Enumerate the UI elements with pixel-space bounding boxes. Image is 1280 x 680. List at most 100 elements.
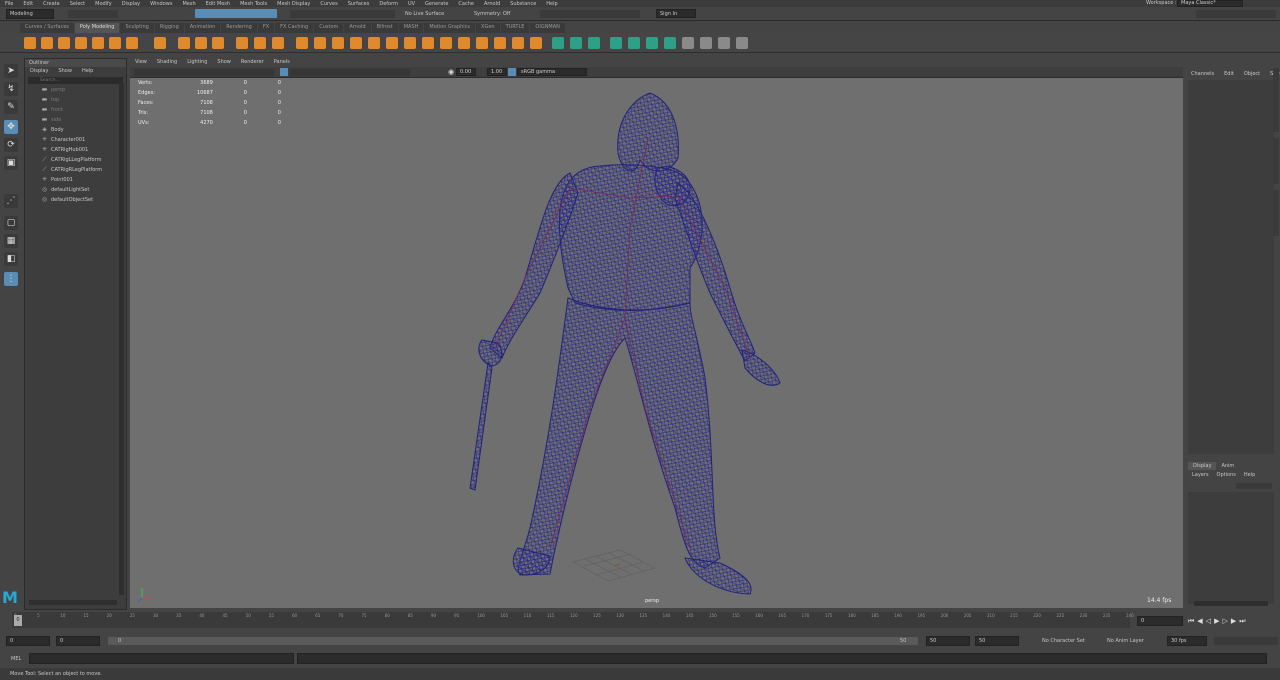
outliner-item[interactable]: ◈ Body: [25, 125, 126, 135]
anim-start-field[interactable]: 0: [6, 636, 50, 646]
current-frame-field[interactable]: 0: [1137, 616, 1183, 626]
cb-tab-edit[interactable]: Edit: [1219, 70, 1239, 78]
viewport-menu-show[interactable]: Show: [212, 58, 236, 67]
shelf-tab-rendering[interactable]: Rendering: [221, 23, 257, 33]
outliner-item[interactable]: ⟋ CATRigLLegPlatform: [25, 155, 126, 165]
shelf-tab-mash[interactable]: MASH: [398, 23, 424, 33]
cb-tab-object[interactable]: Object: [1239, 70, 1265, 78]
single-view-icon[interactable]: ▢: [4, 216, 18, 230]
outliner-item[interactable]: ▬ side: [25, 115, 126, 125]
shelf-tab-turtle[interactable]: TURTLE: [500, 23, 530, 33]
disc-icon[interactable]: [126, 37, 138, 49]
soft-select-icon[interactable]: ⋰: [4, 194, 18, 208]
viewport-3d[interactable]: Verts: 3689 0 0 Edges: 10687 0 0 Faces: 7108 0 0 Tri…: [130, 78, 1183, 608]
outliner-item[interactable]: ✳ CATRigHub001: [25, 145, 126, 155]
outliner-search-input[interactable]: Search...: [28, 77, 123, 84]
menu-mesh-display[interactable]: Mesh Display: [272, 1, 315, 7]
shelf-tab-animation[interactable]: Animation: [184, 23, 221, 33]
mode-select[interactable]: Modeling: [6, 9, 54, 19]
outliner-item[interactable]: ▬ top: [25, 95, 126, 105]
outliner-menu-display[interactable]: Display: [25, 67, 53, 76]
menu-cache[interactable]: Cache: [453, 1, 479, 7]
edge-loop-icon[interactable]: [476, 37, 488, 49]
menu-arnold[interactable]: Arnold: [479, 1, 505, 7]
checker-icon[interactable]: [682, 37, 694, 49]
sew-uv-icon[interactable]: [628, 37, 640, 49]
shelf-tab-arnold[interactable]: Arnold: [344, 23, 371, 33]
cut-uv-icon[interactable]: [610, 37, 622, 49]
cmd-language-label[interactable]: MEL: [11, 656, 21, 662]
layer-tab-display[interactable]: Display: [1188, 462, 1217, 470]
merge-icon[interactable]: [350, 37, 362, 49]
outliner-item[interactable]: ✳ Character001: [25, 135, 126, 145]
svg-icon[interactable]: [212, 37, 224, 49]
slide-icon[interactable]: [494, 37, 506, 49]
four-view-icon[interactable]: ▦: [4, 234, 18, 248]
menu-edit-mesh[interactable]: Edit Mesh: [201, 1, 235, 7]
wireframe-character[interactable]: [130, 78, 1183, 608]
shelf-tab-curves-surfaces[interactable]: Curves / Surfaces: [20, 23, 74, 33]
side-tab-modeling-toolkit[interactable]: [1273, 138, 1279, 184]
outliner-menu-show[interactable]: Show: [53, 67, 77, 76]
shelf-tab-sculpting[interactable]: Sculpting: [120, 23, 154, 33]
current-time-indicator[interactable]: 0: [14, 615, 22, 626]
outliner-item[interactable]: ▬ persp: [25, 85, 126, 95]
viewport-menu-view[interactable]: View: [130, 58, 152, 67]
separate-icon[interactable]: [254, 37, 266, 49]
range-bar[interactable]: 0 50: [108, 637, 918, 645]
menu-surfaces[interactable]: Surfaces: [343, 1, 375, 7]
auto-uv-icon[interactable]: [588, 37, 600, 49]
knife-icon[interactable]: [458, 37, 470, 49]
camera-tool-icons[interactable]: [134, 69, 274, 76]
menu-windows[interactable]: Windows: [145, 1, 177, 7]
command-input[interactable]: [29, 653, 294, 664]
cube-icon[interactable]: [41, 37, 53, 49]
delete-history-icon[interactable]: [700, 37, 712, 49]
menu-create[interactable]: Create: [38, 1, 65, 7]
menu-substance[interactable]: Substance: [505, 1, 541, 7]
layer-menu-help[interactable]: Help: [1240, 471, 1259, 479]
side-by-side-icon[interactable]: ◧: [4, 252, 18, 266]
cylinder-icon[interactable]: [58, 37, 70, 49]
shelf-tab-custom[interactable]: Custom: [314, 23, 344, 33]
anim-layer-select[interactable]: No Anim Layer: [1107, 638, 1144, 644]
wireframe-toggle-icon[interactable]: [280, 68, 288, 76]
platonic-icon[interactable]: [154, 37, 166, 49]
wedge-icon[interactable]: [530, 37, 542, 49]
multi-cut-icon[interactable]: [404, 37, 416, 49]
playback-end-field[interactable]: 50: [926, 636, 970, 646]
side-tab-attribute-editor[interactable]: [1273, 190, 1279, 236]
menu-generate[interactable]: Generate: [420, 1, 453, 7]
sphere-icon[interactable]: [24, 37, 36, 49]
scale-tool-icon[interactable]: ▣: [4, 156, 18, 170]
shelf-tab-fx[interactable]: FX: [257, 23, 275, 33]
shelf-tab-rigging[interactable]: Rigging: [154, 23, 184, 33]
quad-draw-icon[interactable]: [440, 37, 452, 49]
playback-start-field[interactable]: 0: [56, 636, 100, 646]
menu-select[interactable]: Select: [65, 1, 90, 7]
freeze-icon[interactable]: [718, 37, 730, 49]
outliner-item[interactable]: ◎ defaultObjectSet: [25, 195, 126, 205]
workspace-select[interactable]: Maya Classic*: [1177, 0, 1243, 7]
color-management-icon[interactable]: [508, 68, 516, 76]
layer-list[interactable]: [1188, 492, 1274, 604]
select-tool-icon[interactable]: ➤: [4, 64, 18, 78]
uv-editor-icon[interactable]: [552, 37, 564, 49]
outliner-layout-icon[interactable]: ⋮: [4, 272, 18, 286]
selection-mask-group[interactable]: [195, 9, 277, 18]
fill-hole-icon[interactable]: [368, 37, 380, 49]
shelf-tab-fx-caching[interactable]: FX Caching: [275, 23, 314, 33]
shading-icons[interactable]: [290, 69, 410, 76]
fps-select[interactable]: 30 fps: [1167, 636, 1207, 646]
time-ruler[interactable]: 0 5 10 15 20 25 30 35 40 45 50 55 60 65 70 75 80 85 90 95 10…: [12, 612, 1134, 628]
extrude-icon[interactable]: [332, 37, 344, 49]
outliner-item[interactable]: ✳ Point001: [25, 175, 126, 185]
bevel-icon[interactable]: [296, 37, 308, 49]
menu-help[interactable]: Help: [541, 1, 562, 7]
rotate-tool-icon[interactable]: ⟳: [4, 138, 18, 152]
menu-file[interactable]: File: [0, 1, 18, 7]
menu-modify[interactable]: Modify: [90, 1, 117, 7]
character-set-select[interactable]: No Character Set: [1042, 638, 1085, 644]
snap-icons[interactable]: [290, 10, 395, 18]
outliner-hscrollbar[interactable]: [29, 600, 117, 605]
